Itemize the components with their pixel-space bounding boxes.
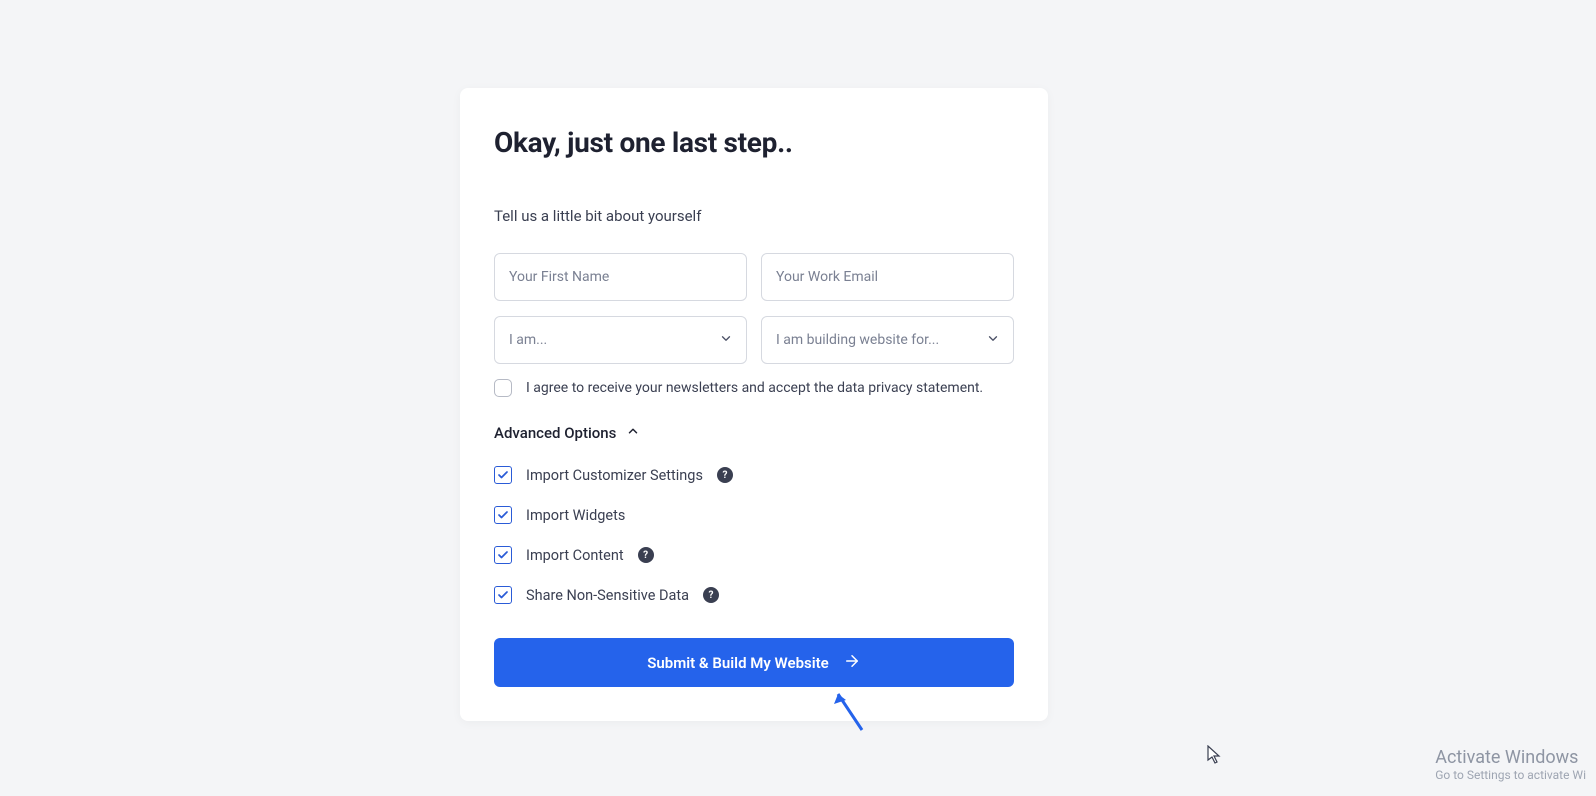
option-label: Share Non-Sensitive Data — [526, 587, 689, 604]
first-name-input[interactable] — [494, 253, 747, 301]
consent-row: I agree to receive your newsletters and … — [494, 379, 1014, 397]
option-import-widgets: Import Widgets — [494, 506, 1014, 524]
share-data-checkbox[interactable] — [494, 586, 512, 604]
option-import-content: Import Content ? — [494, 546, 1014, 564]
work-email-input[interactable] — [761, 253, 1014, 301]
help-icon[interactable]: ? — [703, 587, 719, 603]
first-name-field-wrap — [494, 253, 747, 301]
page-heading: Okay, just one last step.. — [494, 126, 1014, 159]
role-select[interactable]: I am... — [494, 316, 747, 364]
advanced-options-label: Advanced Options — [494, 424, 616, 442]
chevron-up-icon — [626, 424, 640, 442]
select-row: I am... I am building website for... — [494, 316, 1014, 364]
advanced-options-list: Import Customizer Settings ? Import Widg… — [494, 466, 1014, 604]
building-for-select-wrap: I am building website for... — [761, 316, 1014, 364]
annotation-arrow-icon — [830, 686, 870, 740]
submit-button[interactable]: Submit & Build My Website — [494, 638, 1014, 687]
role-select-wrap: I am... — [494, 316, 747, 364]
option-label: Import Content — [526, 547, 624, 564]
consent-checkbox[interactable] — [494, 379, 512, 397]
submit-button-label: Submit & Build My Website — [647, 654, 828, 672]
cursor-icon — [1207, 745, 1223, 769]
building-for-select[interactable]: I am building website for... — [761, 316, 1014, 364]
watermark-title: Activate Windows — [1435, 747, 1586, 768]
name-email-row — [494, 253, 1014, 301]
import-customizer-checkbox[interactable] — [494, 466, 512, 484]
consent-label: I agree to receive your newsletters and … — [526, 380, 983, 396]
arrow-right-icon — [843, 652, 861, 674]
option-label: Import Customizer Settings — [526, 467, 703, 484]
import-content-checkbox[interactable] — [494, 546, 512, 564]
option-import-customizer: Import Customizer Settings ? — [494, 466, 1014, 484]
help-icon[interactable]: ? — [717, 467, 733, 483]
email-field-wrap — [761, 253, 1014, 301]
option-share-data: Share Non-Sensitive Data ? — [494, 586, 1014, 604]
windows-activation-watermark: Activate Windows Go to Settings to activ… — [1435, 747, 1586, 782]
import-widgets-checkbox[interactable] — [494, 506, 512, 524]
advanced-options-toggle[interactable]: Advanced Options — [494, 424, 640, 442]
option-label: Import Widgets — [526, 507, 625, 524]
help-icon[interactable]: ? — [638, 547, 654, 563]
watermark-sub: Go to Settings to activate Wi — [1435, 768, 1586, 782]
page-subheading: Tell us a little bit about yourself — [494, 207, 1014, 225]
onboarding-card: Okay, just one last step.. Tell us a lit… — [460, 88, 1048, 721]
